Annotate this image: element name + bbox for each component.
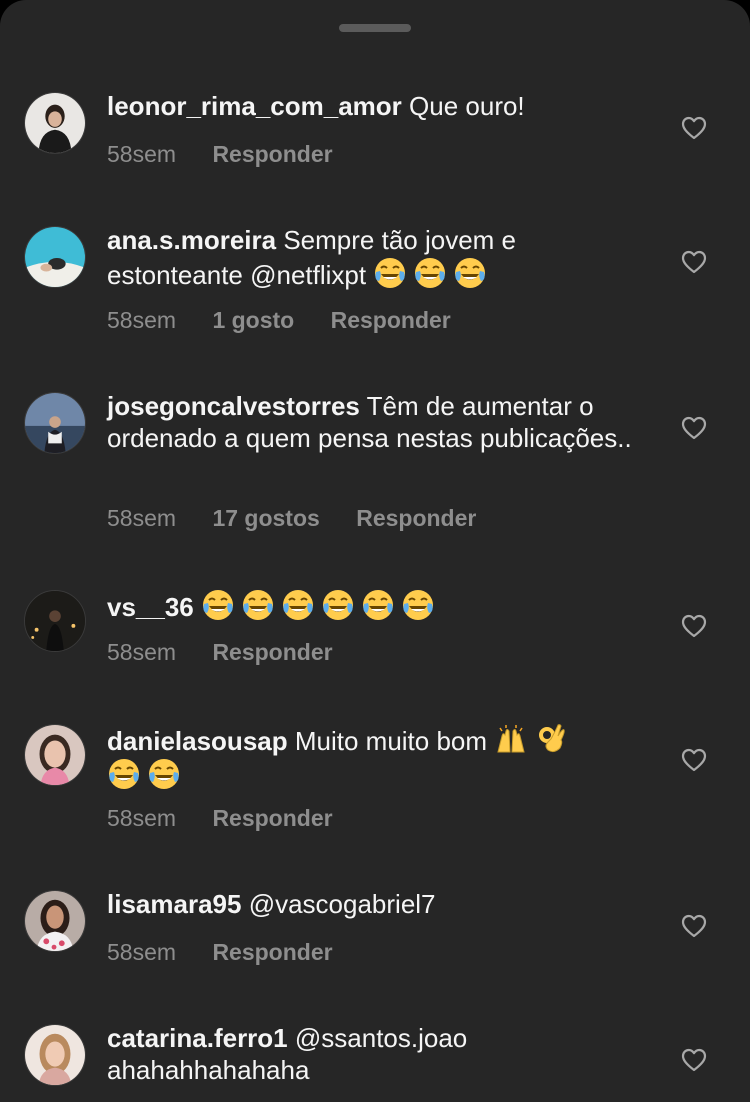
comment-time: 58sem [107,939,177,965]
heart-outline-icon[interactable] [681,416,707,440]
comment-time: 58sem [107,639,177,665]
user-avatar[interactable] [24,724,86,786]
reply-button[interactable]: Responder [212,805,332,831]
comment-username[interactable]: danielasousap [107,726,288,756]
reply-button[interactable]: Responder [331,307,451,333]
comment-time: 58sem [107,141,177,167]
user-avatar[interactable] [24,392,86,454]
user-avatar[interactable] [24,590,86,652]
user-avatar[interactable] [24,890,86,952]
comment-text: @vascogabriel7 [248,889,436,919]
comment-username[interactable]: vs__36 [107,592,194,622]
heart-outline-icon[interactable] [681,614,707,638]
reply-button[interactable]: Responder [212,939,332,965]
comment-text: Que ouro! [409,91,525,121]
sheet-drag-handle[interactable] [339,24,411,32]
user-avatar[interactable] [24,226,86,288]
heart-outline-icon[interactable] [681,914,707,938]
comment-username[interactable]: leonor_rima_com_amor [107,91,402,121]
laughing-crying-emoji [281,588,315,622]
heart-outline-icon[interactable] [681,748,707,772]
raising-hands-emoji [494,722,528,756]
user-avatar[interactable] [24,92,86,154]
likes-count[interactable]: 1 gosto [212,307,294,333]
reply-button[interactable]: Responder [212,141,332,167]
heart-outline-icon[interactable] [681,116,707,140]
laughing-crying-emoji [401,588,435,622]
ok-hand-emoji [534,722,568,756]
laughing-crying-emoji [321,588,355,622]
laughing-crying-emoji [201,588,235,622]
laughing-crying-emoji [361,588,395,622]
laughing-crying-emoji [413,256,447,290]
reply-button[interactable]: Responder [356,505,476,531]
comment-time: 58sem [107,307,177,333]
comment-username[interactable]: catarina.ferro1 [107,1023,288,1053]
heart-outline-icon[interactable] [681,250,707,274]
comment-username[interactable]: ana.s.moreira [107,225,276,255]
comment-text: Muito muito bom [294,726,488,756]
comment-username[interactable]: josegoncalvestorres [107,391,360,421]
reply-button[interactable]: Responder [212,639,332,665]
laughing-crying-emoji [453,256,487,290]
laughing-crying-emoji [241,588,275,622]
comments-sheet: leonor_rima_com_amor Que ouro! 58sem Res… [0,0,750,1102]
likes-count[interactable]: 17 gostos [212,505,319,531]
comment-time: 58sem [107,505,177,531]
heart-outline-icon[interactable] [681,1048,707,1072]
comment-username[interactable]: lisamara95 [107,889,241,919]
laughing-crying-emoji [147,757,181,791]
user-avatar[interactable] [24,1024,86,1086]
comment-time: 58sem [107,805,177,831]
laughing-crying-emoji [373,256,407,290]
laughing-crying-emoji [107,757,141,791]
